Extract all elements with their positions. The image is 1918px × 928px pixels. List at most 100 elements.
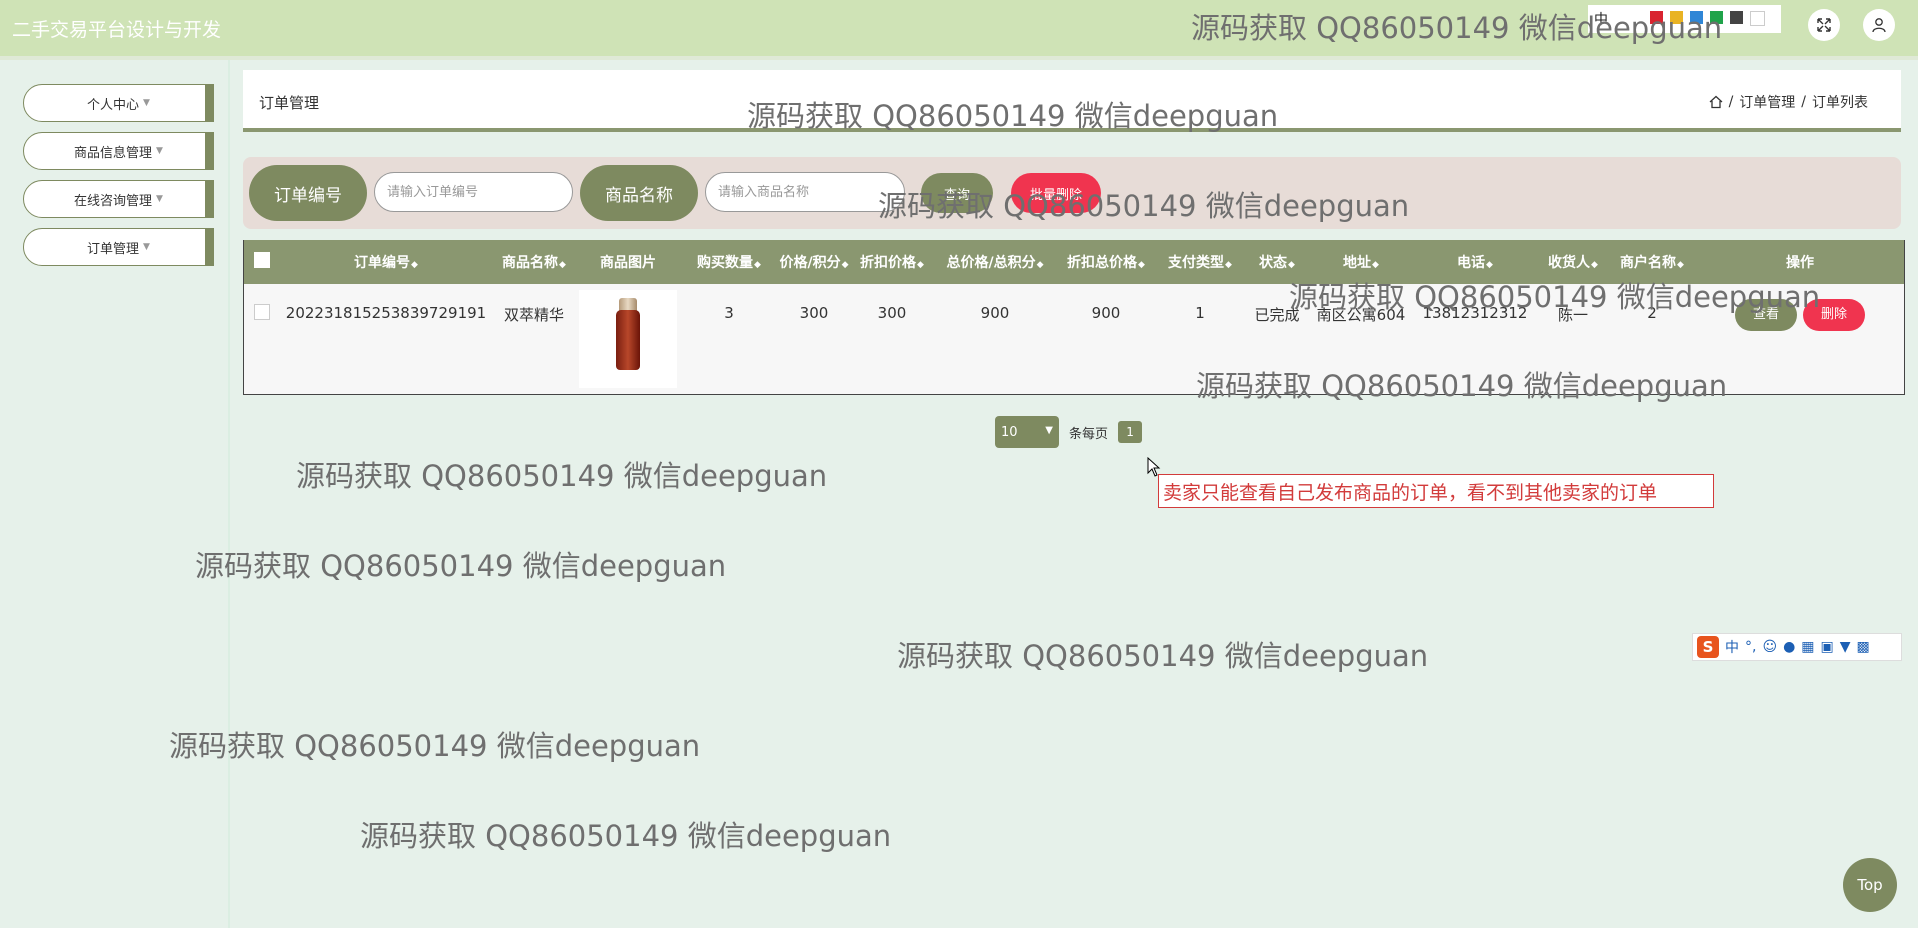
ime-punct[interactable]: °, (1745, 639, 1756, 655)
grid-icon[interactable]: ▩ (1857, 639, 1870, 655)
col-header-quantity[interactable]: 购买数量◆ (680, 240, 778, 284)
emoji-icon[interactable]: ☺ (1762, 639, 1777, 655)
sort-icon: ◆ (411, 260, 418, 270)
breadcrumb-sep: / (1801, 94, 1806, 110)
sort-icon: ◆ (559, 260, 566, 270)
swatch-blue[interactable] (1690, 11, 1703, 24)
swatch-white[interactable] (1750, 11, 1765, 26)
tool-icon[interactable]: ▣ (1821, 639, 1834, 655)
ime-toolbar: S 中 °, ☺ ● ▦ ▣ ▼ ▩ (1692, 633, 1902, 661)
swatch-dark[interactable] (1730, 11, 1743, 24)
cell-discount-price: 300 (877, 304, 907, 322)
cell-discount-total: 900 (1091, 304, 1121, 322)
cell-status: 已完成 (1254, 306, 1300, 324)
sort-icon: ◆ (754, 260, 761, 270)
page-title: 订单管理 (259, 94, 320, 112)
col-header-address[interactable]: 地址◆ (1310, 240, 1412, 284)
col-header-product-name[interactable]: 商品名称◆ (492, 240, 576, 284)
sidebar: 个人中心 ▼ 商品信息管理 ▼ 在线咨询管理 ▼ 订单管理 ▼ (0, 60, 230, 928)
order-no-label: 订单编号 (249, 165, 367, 221)
watermark: 源码获取 QQ86050149 微信deepguan (195, 549, 727, 583)
table-header-row: 订单编号◆ 商品名称◆ 商品图片 购买数量◆ 价格/积分◆ 折扣价格◆ 总价格/… (244, 240, 1904, 284)
sidebar-item-label: 在线咨询管理 (74, 193, 153, 209)
keyboard-icon[interactable]: ▦ (1801, 639, 1814, 655)
col-header-receiver[interactable]: 收货人◆ (1538, 240, 1608, 284)
sidebar-item-label: 订单管理 (87, 241, 140, 257)
sidebar-item-personal-center[interactable]: 个人中心 ▼ (23, 84, 214, 122)
col-header-pay-type[interactable]: 支付类型◆ (1156, 240, 1244, 284)
view-button[interactable]: 查看 (1734, 299, 1797, 331)
page-size-select[interactable]: 10 ▼ (995, 416, 1059, 448)
col-header-status[interactable]: 状态◆ (1244, 240, 1310, 284)
watermark: 源码获取 QQ86050149 微信deepguan (169, 729, 701, 763)
sidebar-item-product-info[interactable]: 商品信息管理 ▼ (23, 132, 214, 170)
orders-table: 订单编号◆ 商品名称◆ 商品图片 购买数量◆ 价格/积分◆ 折扣价格◆ 总价格/… (243, 240, 1905, 395)
watermark: 源码获取 QQ86050149 微信deepguan (296, 459, 828, 493)
query-button[interactable]: 查询 (921, 173, 993, 213)
cell-price: 300 (799, 304, 829, 322)
sidebar-item-accent (205, 84, 214, 122)
cell-address: 南区公寓604 (1316, 306, 1406, 324)
caret-down-icon: ▼ (156, 194, 163, 204)
product-name-label: 商品名称 (580, 165, 698, 221)
page-number-current[interactable]: 1 (1118, 421, 1143, 443)
col-header-price[interactable]: 价格/积分◆ (778, 240, 850, 284)
sidebar-item-orders[interactable]: 订单管理 ▼ (23, 228, 214, 266)
cell-product-name: 双萃精华 (503, 306, 564, 324)
col-header-actions: 操作 (1786, 255, 1814, 271)
product-name-input[interactable] (705, 172, 905, 212)
search-bar: 订单编号 商品名称 查询 批量删除 (243, 157, 1901, 229)
row-checkbox[interactable] (254, 304, 270, 320)
scroll-top-button[interactable]: Top (1843, 858, 1897, 912)
sort-icon: ◆ (1288, 260, 1295, 270)
col-header-discount-price[interactable]: 折扣价格◆ (850, 240, 934, 284)
col-header-merchant[interactable]: 商户名称◆ (1608, 240, 1696, 284)
breadcrumb-item-orders[interactable]: 订单管理 (1739, 92, 1795, 112)
home-icon[interactable] (1709, 95, 1723, 109)
sidebar-item-accent (205, 180, 214, 218)
swatch-red[interactable] (1650, 11, 1663, 24)
swatch-green[interactable] (1710, 11, 1723, 24)
skin-icon[interactable]: ▼ (1840, 639, 1851, 655)
breadcrumb-item-order-list: 订单列表 (1812, 95, 1868, 111)
product-image[interactable] (579, 290, 677, 388)
col-header-product-image: 商品图片 (600, 255, 656, 271)
theme-swatches: 中 (1588, 5, 1781, 33)
sidebar-item-accent (205, 228, 214, 266)
sidebar-item-accent (205, 132, 214, 170)
annotation-note: 卖家只能查看自己发布商品的订单，看不到其他卖家的订单 (1158, 474, 1714, 508)
col-header-phone[interactable]: 电话◆ (1412, 240, 1538, 284)
cell-merchant: 2 (1647, 304, 1657, 322)
col-header-total-price[interactable]: 总价格/总积分◆ (934, 240, 1056, 284)
order-no-input[interactable] (374, 172, 573, 212)
breadcrumb: / 订单管理 / 订单列表 (1709, 92, 1868, 112)
top-bar: 二手交易平台设计与开发 中 (0, 0, 1918, 60)
page-size-value: 10 (1001, 424, 1018, 440)
col-header-discount-total[interactable]: 折扣总价格◆ (1056, 240, 1156, 284)
sort-icon: ◆ (1486, 260, 1493, 270)
sidebar-item-consult[interactable]: 在线咨询管理 ▼ (23, 180, 214, 218)
product-image-bottle (616, 310, 640, 370)
ime-mode[interactable]: 中 (1725, 637, 1739, 657)
fullscreen-button[interactable] (1808, 9, 1840, 41)
sort-icon: ◆ (1225, 260, 1232, 270)
sort-icon: ◆ (1591, 260, 1598, 270)
mouse-cursor-icon (1147, 457, 1161, 477)
batch-delete-button[interactable]: 批量删除 (1011, 173, 1101, 213)
breadcrumb-card: 订单管理 / 订单管理 / 订单列表 (243, 70, 1901, 132)
watermark: 源码获取 QQ86050149 微信deepguan (360, 819, 892, 853)
sort-icon: ◆ (841, 260, 849, 270)
sort-icon: ◆ (1677, 260, 1684, 270)
delete-button[interactable]: 删除 (1803, 299, 1866, 331)
ime-logo-icon[interactable]: S (1697, 636, 1719, 658)
user-icon (1872, 18, 1886, 33)
select-all-checkbox[interactable] (254, 252, 270, 268)
cell-quantity: 3 (724, 304, 734, 322)
breadcrumb-sep: / (1728, 94, 1734, 110)
swatch-yellow[interactable] (1670, 11, 1683, 24)
mic-icon[interactable]: ● (1783, 639, 1795, 655)
sort-icon: ◆ (1138, 260, 1145, 270)
chevron-down-icon: ▼ (1045, 425, 1053, 436)
user-button[interactable] (1863, 9, 1895, 41)
col-header-order-no[interactable]: 订单编号◆ (280, 240, 492, 284)
